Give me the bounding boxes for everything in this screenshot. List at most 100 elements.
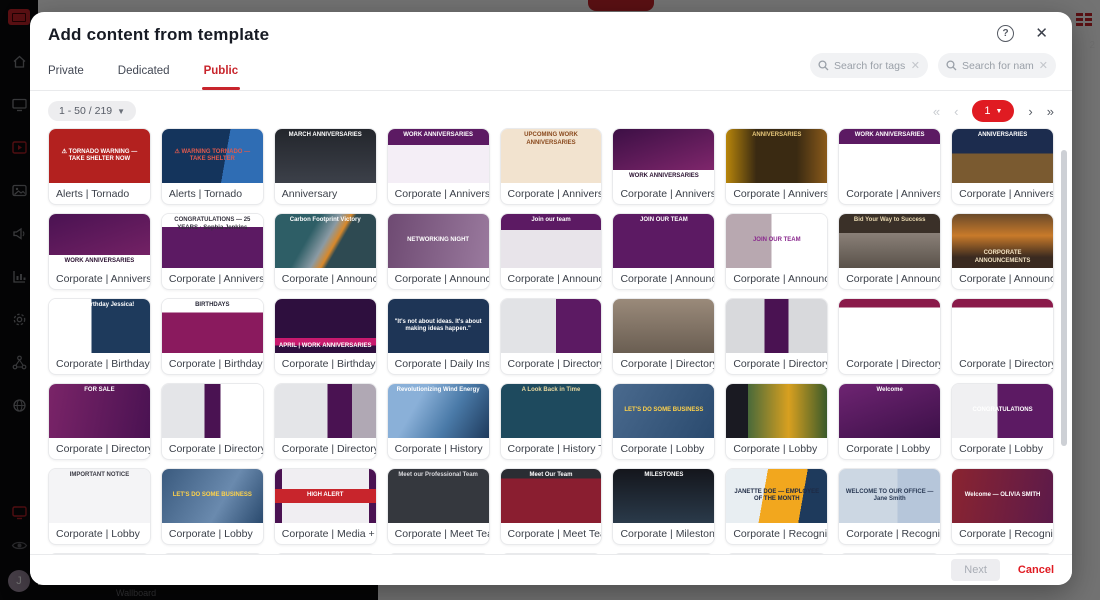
- clear-name-icon[interactable]: ✕: [1039, 59, 1048, 72]
- template-card[interactable]: Bid Your Way to Success Corporate | Annou…: [838, 213, 942, 290]
- template-card[interactable]: MILESTONES Corporate | Milestones: [612, 468, 716, 545]
- template-card[interactable]: Welcome Corporate | Lobby: [838, 383, 942, 460]
- template-thumbnail: LET'S DO SOME BUSINESS: [161, 469, 263, 523]
- template-card[interactable]: JOIN OUR TEAM Corporate | Announcem...: [612, 213, 716, 290]
- last-page-button[interactable]: »: [1047, 105, 1054, 118]
- template-card[interactable]: BIRTHDAYS Corporate | Birthdays: [160, 298, 264, 375]
- tab-public[interactable]: Public: [201, 65, 240, 90]
- modal-title: Add content from template: [48, 25, 270, 44]
- template-thumbnail: "It's not about ideas. It's about making…: [387, 299, 489, 353]
- tab-dedicated[interactable]: Dedicated: [118, 65, 170, 90]
- template-card[interactable]: LET'S DO SOME BUSINESS Corporate | Lobby: [160, 468, 264, 545]
- template-card[interactable]: Corporate | Lobby: [725, 383, 829, 460]
- template-card[interactable]: Meet our Professional Team Corporate | Me…: [386, 468, 490, 545]
- template-label: Corporate | Lobby: [733, 443, 818, 455]
- template-thumbnail: WORK ANNIVERSARIES: [49, 214, 150, 268]
- thumbnail-caption: Meet our Professional Team: [398, 472, 478, 478]
- tab-private[interactable]: Private: [48, 65, 84, 90]
- page-select[interactable]: 1 ▼: [972, 100, 1015, 122]
- template-label: Corporate | Meet Team: [507, 528, 602, 540]
- template-card[interactable]: Welcome — OLIVIA SMITH Corporate | Recogn…: [951, 468, 1054, 545]
- template-card[interactable]: Revolutionizing Wind Energy Corporate | H…: [386, 383, 490, 460]
- template-card[interactable]: UPCOMING WORK ANNIVERSARIES Corporate | A…: [499, 128, 603, 205]
- template-card[interactable]: CORPORATE ANNOUNCEMENTS Corporate | Annou…: [951, 213, 1054, 290]
- template-label: Corporate | Announcem...: [846, 273, 940, 285]
- search-name-field[interactable]: ✕: [938, 53, 1056, 78]
- template-card[interactable]: WORK ANNIVERSARIES Corporate | Anniversar…: [612, 128, 716, 205]
- thumbnail-caption: APRIL | WORK ANNIVERSARIES: [278, 342, 372, 349]
- template-card[interactable]: WELCOME TO OUR OFFICE — Jane Smith Corpor…: [838, 468, 942, 545]
- help-icon[interactable]: ?: [997, 25, 1014, 42]
- thumbnail-caption: CONGRATULATIONS — 25 YEARS · Sophia Jenk…: [174, 217, 251, 231]
- template-label: Corporate | Birthdays: [281, 358, 376, 370]
- template-card[interactable]: A Look Back in Time Corporate | History T…: [499, 383, 603, 460]
- template-label: Corporate | Directory (G...: [733, 358, 828, 370]
- template-thumbnail: CONGRATULATIONS: [952, 384, 1053, 438]
- template-card[interactable]: WORK ANNIVERSARIES Corporate | Anniversar…: [386, 128, 490, 205]
- template-card[interactable]: MARCH ANNIVERSARIES Anniversary: [273, 128, 377, 205]
- range-selector[interactable]: 1 - 50 / 219 ▼: [48, 101, 137, 121]
- template-card[interactable]: FOR SALE Corporate | Directory (...: [48, 383, 151, 460]
- thumbnail-caption: Carbon Footprint Victory: [289, 217, 361, 223]
- template-card[interactable]: NETWORKING NIGHT Corporate | Announcem...: [386, 213, 490, 290]
- template-card[interactable]: ANNIVERSARIES Corporate | Anniversari...: [951, 128, 1054, 205]
- next-button[interactable]: Next: [951, 559, 1000, 581]
- template-card[interactable]: JOIN OUR TEAM Corporate | Announcem...: [725, 213, 829, 290]
- template-card[interactable]: Corporate | Directory (G...: [725, 298, 829, 375]
- add-content-modal: Add content from template ? ✕ Private De…: [30, 12, 1072, 585]
- template-card[interactable]: JANETTE DOE — EMPLOYEE OF THE MONTH Corpo…: [725, 468, 829, 545]
- template-thumbnail: JANETTE DOE — EMPLOYEE OF THE MONTH: [726, 469, 828, 523]
- template-thumbnail: [952, 299, 1053, 353]
- template-thumbnail: APRIL | WORK ANNIVERSARIES: [274, 299, 376, 353]
- template-label: Anniversary: [281, 188, 338, 200]
- thumbnail-caption: ANNIVERSARIES: [752, 132, 802, 138]
- template-label: Corporate | Anniversari...: [620, 188, 714, 200]
- template-card[interactable]: LET'S DO SOME BUSINESS Corporate | Lobby: [612, 383, 716, 460]
- template-card[interactable]: Corporate | Directory (...: [951, 298, 1054, 375]
- search-tags-input[interactable]: [834, 59, 906, 72]
- template-card[interactable]: Happy Birthday Jessica! Corporate | Birth…: [48, 298, 151, 375]
- template-card[interactable]: CONGRATULATIONS Corporate | Lobby: [951, 383, 1054, 460]
- search-name-input[interactable]: [962, 59, 1034, 72]
- thumbnail-caption: Welcome — OLIVIA SMITH: [964, 492, 1041, 499]
- thumbnail-caption: WORK ANNIVERSARIES: [403, 132, 473, 138]
- cancel-button[interactable]: Cancel: [1018, 564, 1054, 576]
- clear-tags-icon[interactable]: ✕: [911, 59, 920, 72]
- template-thumbnail: JOIN OUR TEAM: [613, 214, 715, 268]
- template-card[interactable]: APRIL | WORK ANNIVERSARIES Corporate | Bi…: [273, 298, 377, 375]
- template-card[interactable]: Corporate | Directory (...: [273, 383, 377, 460]
- thumbnail-caption: Revolutionizing Wind Energy: [396, 387, 480, 393]
- template-label: Corporate | History Tem...: [507, 443, 602, 455]
- template-card[interactable]: Meet Our Team Corporate | Meet Team: [499, 468, 603, 545]
- next-page-button[interactable]: ›: [1028, 105, 1032, 118]
- template-card[interactable]: CONGRATULATIONS — 25 YEARS · Sophia Jenk…: [160, 213, 264, 290]
- template-card[interactable]: ⚠ TORNADO WARNING — TAKE SHELTER NOW Aler…: [48, 128, 151, 205]
- template-card[interactable]: ANNIVERSARIES Corporate | Anniversari...: [725, 128, 829, 205]
- template-card[interactable]: Corporate | Directory (G...: [499, 298, 603, 375]
- template-label: Corporate | Directory (G...: [507, 358, 602, 370]
- template-card[interactable]: Corporate | Directory (G...: [612, 298, 716, 375]
- modal-footer: Next Cancel: [30, 554, 1072, 585]
- search-tags-field[interactable]: ✕: [810, 53, 928, 78]
- template-card[interactable]: Carbon Footprint Victory Corporate | Anno…: [273, 213, 377, 290]
- template-card[interactable]: ⚠ WARNING TORNADO — TAKE SHELTER Alerts |…: [160, 128, 264, 205]
- template-card[interactable]: Corporate | Directory (...: [160, 383, 264, 460]
- template-card[interactable]: HIGH ALERT Corporate | Media + RSS...: [273, 468, 377, 545]
- template-card[interactable]: "It's not about ideas. It's about making…: [386, 298, 490, 375]
- template-card[interactable]: IMPORTANT NOTICE Corporate | Lobby: [48, 468, 151, 545]
- template-thumbnail: [500, 299, 602, 353]
- template-thumbnail: IMPORTANT NOTICE: [49, 469, 150, 523]
- scrollbar[interactable]: [1061, 150, 1067, 446]
- first-page-button[interactable]: «: [933, 105, 940, 118]
- close-icon[interactable]: ✕: [1035, 24, 1048, 42]
- template-thumbnail: Welcome: [839, 384, 941, 438]
- thumbnail-caption: Welcome: [876, 387, 903, 393]
- template-card[interactable]: Corporate | Directory (G...: [838, 298, 942, 375]
- prev-page-button[interactable]: ‹: [954, 105, 958, 118]
- template-card[interactable]: WORK ANNIVERSARIES Corporate | Anniversar…: [838, 128, 942, 205]
- template-card[interactable]: WORK ANNIVERSARIES Corporate | Anniversar…: [48, 213, 151, 290]
- template-label: Alerts | Tornado: [168, 188, 243, 200]
- pagination: « ‹ 1 ▼ › »: [933, 100, 1054, 122]
- template-thumbnail: JOIN OUR TEAM: [726, 214, 828, 268]
- template-card[interactable]: Join our team Corporate | Announcem...: [499, 213, 603, 290]
